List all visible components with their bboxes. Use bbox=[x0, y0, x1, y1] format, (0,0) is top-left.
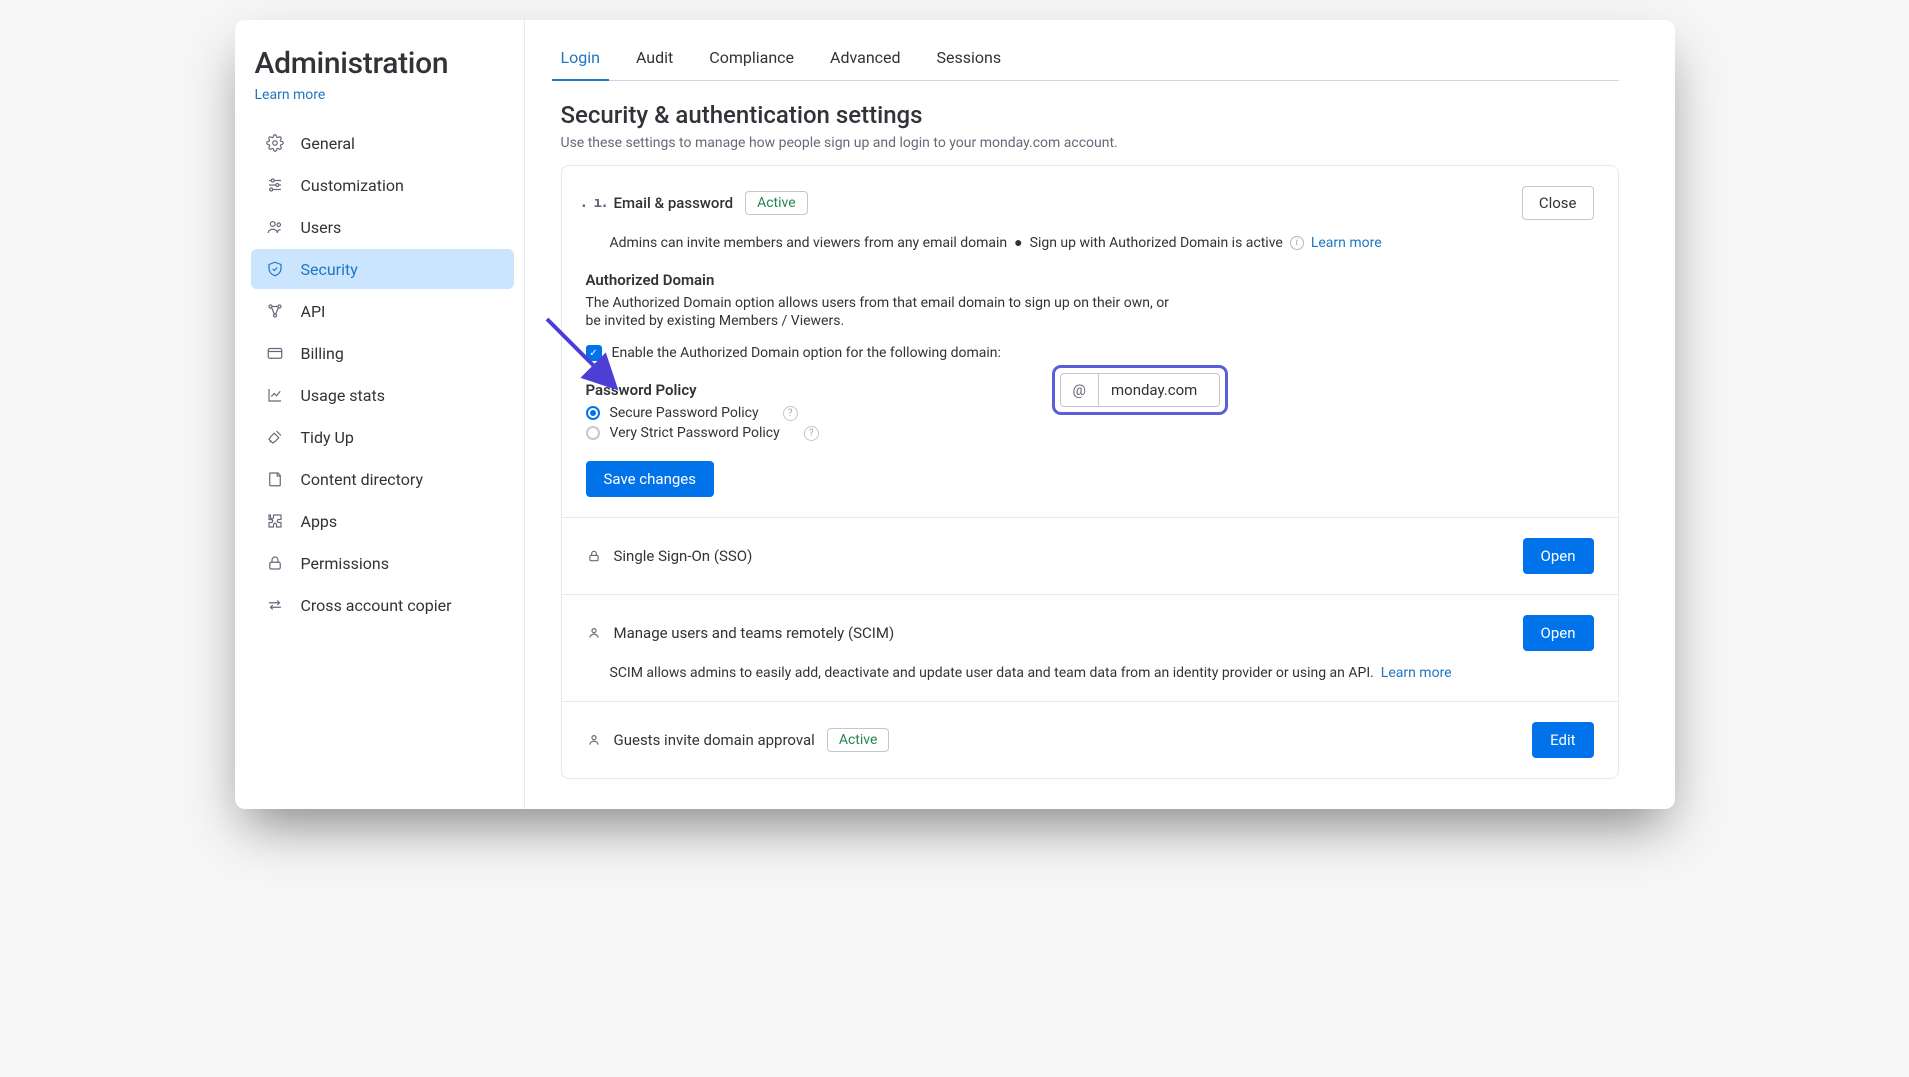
domain-input-highlight: @ bbox=[1052, 365, 1228, 415]
radio-label: Very Strict Password Policy bbox=[610, 425, 780, 441]
sidebar-item-apps[interactable]: Apps bbox=[251, 501, 514, 541]
section-scim: Manage users and teams remotely (SCIM) O… bbox=[562, 595, 1618, 702]
credit-card-icon bbox=[265, 343, 285, 363]
sidebar-item-content-directory[interactable]: Content directory bbox=[251, 459, 514, 499]
sidebar-item-label: Billing bbox=[301, 344, 500, 363]
save-changes-button[interactable]: Save changes bbox=[586, 461, 714, 497]
sliders-icon bbox=[265, 175, 285, 195]
tab-audit[interactable]: Audit bbox=[636, 38, 673, 80]
section-email-password: . ı. Email & password Active Close Admin… bbox=[562, 166, 1618, 518]
section-title: Manage users and teams remotely (SCIM) bbox=[614, 624, 895, 642]
tab-compliance[interactable]: Compliance bbox=[709, 38, 794, 80]
at-symbol: @ bbox=[1061, 381, 1098, 399]
open-button[interactable]: Open bbox=[1523, 538, 1594, 574]
section-title: Guests invite domain approval bbox=[614, 731, 815, 749]
sidebar-item-label: Usage stats bbox=[301, 386, 500, 405]
sidebar-item-security[interactable]: Security bbox=[251, 249, 514, 289]
authorized-domain-heading: Authorized Domain bbox=[586, 271, 1594, 289]
section-title: Email & password bbox=[614, 194, 734, 212]
sidebar: Administration Learn more General Custom… bbox=[235, 20, 525, 809]
sidebar-title: Administration bbox=[251, 46, 514, 81]
logo-icon: . ı. bbox=[586, 195, 602, 211]
sidebar-item-label: Tidy Up bbox=[301, 428, 500, 447]
sidebar-item-usage-stats[interactable]: Usage stats bbox=[251, 375, 514, 415]
sidebar-item-label: API bbox=[301, 302, 500, 321]
sidebar-item-billing[interactable]: Billing bbox=[251, 333, 514, 373]
sidebar-item-label: General bbox=[301, 134, 500, 153]
status-badge: Active bbox=[745, 191, 808, 215]
swap-icon bbox=[265, 595, 285, 615]
section-description: Admins can invite members and viewers fr… bbox=[610, 234, 1594, 251]
sidebar-item-label: Permissions bbox=[301, 554, 500, 573]
users-icon bbox=[265, 217, 285, 237]
sidebar-item-label: Customization bbox=[301, 176, 500, 195]
gear-icon bbox=[265, 133, 285, 153]
chart-icon bbox=[265, 385, 285, 405]
lock-icon bbox=[586, 548, 602, 564]
sidebar-item-label: Cross account copier bbox=[301, 596, 500, 615]
checkbox-label: Enable the Authorized Domain option for … bbox=[612, 345, 1001, 361]
status-badge: Active bbox=[827, 728, 890, 752]
tab-sessions[interactable]: Sessions bbox=[937, 38, 1002, 80]
sidebar-item-label: Users bbox=[301, 218, 500, 237]
authorized-domain-checkbox[interactable]: ✓ bbox=[586, 345, 602, 361]
broom-icon bbox=[265, 427, 285, 447]
user-icon bbox=[586, 625, 602, 641]
page-subtitle: Use these settings to manage how people … bbox=[561, 135, 1619, 151]
radio-secure-password[interactable] bbox=[586, 406, 600, 420]
learn-more-link[interactable]: Learn more bbox=[1311, 235, 1382, 251]
sidebar-item-customization[interactable]: Customization bbox=[251, 165, 514, 205]
domain-input[interactable] bbox=[1099, 381, 1219, 399]
authorized-domain-text: The Authorized Domain option allows user… bbox=[586, 295, 1594, 311]
user-icon bbox=[586, 732, 602, 748]
close-button[interactable]: Close bbox=[1522, 186, 1594, 220]
sidebar-item-tidy-up[interactable]: Tidy Up bbox=[251, 417, 514, 457]
sidebar-item-permissions[interactable]: Permissions bbox=[251, 543, 514, 583]
page-title: Security & authentication settings bbox=[561, 101, 1619, 129]
api-icon bbox=[265, 301, 285, 321]
puzzle-icon bbox=[265, 511, 285, 531]
sidebar-learn-more-link[interactable]: Learn more bbox=[251, 81, 326, 123]
sidebar-item-label: Content directory bbox=[301, 470, 500, 489]
help-icon[interactable]: ? bbox=[783, 406, 798, 421]
tabs: Login Audit Compliance Advanced Sessions bbox=[561, 38, 1619, 81]
info-icon[interactable]: i bbox=[1290, 236, 1304, 250]
open-button[interactable]: Open bbox=[1523, 615, 1594, 651]
lock-icon bbox=[265, 553, 285, 573]
edit-button[interactable]: Edit bbox=[1532, 722, 1593, 758]
sidebar-item-label: Security bbox=[301, 260, 500, 279]
tab-advanced[interactable]: Advanced bbox=[830, 38, 901, 80]
sidebar-item-api[interactable]: API bbox=[251, 291, 514, 331]
section-guests-invite: Guests invite domain approval Active Edi… bbox=[562, 702, 1618, 778]
help-icon[interactable]: ? bbox=[804, 426, 819, 441]
tab-login[interactable]: Login bbox=[561, 38, 600, 80]
settings-card: . ı. Email & password Active Close Admin… bbox=[561, 165, 1619, 779]
authorized-domain-text-2: be invited by existing Members / Viewers… bbox=[586, 313, 1594, 329]
section-title: Single Sign-On (SSO) bbox=[614, 547, 753, 565]
sidebar-item-cross-account-copier[interactable]: Cross account copier bbox=[251, 585, 514, 625]
sidebar-item-label: Apps bbox=[301, 512, 500, 531]
shield-icon bbox=[265, 259, 285, 279]
sidebar-item-users[interactable]: Users bbox=[251, 207, 514, 247]
radio-label: Secure Password Policy bbox=[610, 405, 759, 421]
scim-description: SCIM allows admins to easily add, deacti… bbox=[610, 665, 1374, 681]
learn-more-link[interactable]: Learn more bbox=[1381, 665, 1452, 681]
note-icon bbox=[265, 469, 285, 489]
section-sso: Single Sign-On (SSO) Open bbox=[562, 518, 1618, 595]
radio-very-strict-password[interactable] bbox=[586, 426, 600, 440]
sidebar-item-general[interactable]: General bbox=[251, 123, 514, 163]
